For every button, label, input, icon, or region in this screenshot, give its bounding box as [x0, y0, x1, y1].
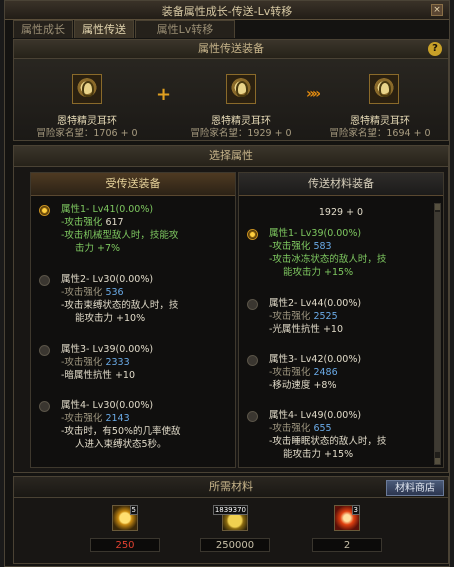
attr-line: 击力 +7% — [75, 243, 121, 254]
material-qty-1: 250 — [90, 538, 160, 552]
attr-text: 536 — [105, 287, 124, 298]
attr-line: -攻击机械型敌人时，技能攻 — [61, 230, 179, 241]
earring-icon-result[interactable] — [369, 74, 399, 104]
transfer-equipment-title: 属性传送装备 — [14, 40, 448, 59]
close-button[interactable]: × — [431, 4, 443, 16]
earring-icon-material[interactable] — [226, 74, 256, 104]
attr-line: -攻击强化 655 — [269, 422, 425, 435]
attr-text: -攻击强化 — [61, 357, 106, 368]
attr-line: -移动速度 +8% — [269, 380, 337, 391]
radio-button[interactable] — [39, 275, 50, 286]
scroll-thumb[interactable] — [435, 212, 440, 452]
attr-line: -攻击强化 2143 — [61, 412, 217, 425]
attr-line: 能攻击力 +15% — [283, 449, 354, 460]
scroll-down-icon[interactable] — [435, 458, 440, 464]
attr-title: 属性3- Lv39(0.00%) — [61, 344, 154, 355]
attr-line: -攻击强化 583 — [269, 240, 425, 253]
attr-text: 583 — [313, 241, 332, 252]
material-equipment-header: 传送材料装备 — [239, 173, 443, 196]
attr-line: 能攻击力 +10% — [75, 313, 146, 324]
scroll-up-icon[interactable] — [435, 204, 440, 210]
radio-button[interactable] — [247, 355, 258, 366]
arrow-right-icon: »» — [306, 86, 321, 102]
attr-text: 2143 — [105, 413, 130, 424]
tab-growth[interactable]: 属性成长 — [13, 20, 73, 38]
earring-icon-target[interactable] — [72, 74, 102, 104]
attr-title: 属性1- Lv41(0.00%) — [61, 204, 154, 215]
attr-text: -攻击强化 — [269, 241, 314, 252]
attr-line: -攻击强化 617 — [61, 216, 217, 229]
target-equipment-header: 受传送装备 — [31, 173, 235, 196]
transfer-equipment-panel: 属性传送装备 ? 恩特精灵耳环 冒险家名望：1706 + 0 + 恩特精灵耳环 … — [13, 39, 449, 141]
attr-line: 能攻击力 +15% — [283, 267, 354, 278]
material-qty-2: 250000 — [200, 538, 270, 552]
radio-button[interactable] — [39, 205, 50, 216]
attr-line: -攻击睡眠状态的敌人时，技 — [269, 436, 387, 447]
attr-text: -攻击强化 — [269, 423, 314, 434]
attr-text: -攻击强化 — [61, 413, 106, 424]
fire-orb-icon[interactable]: 3 — [334, 505, 360, 531]
window-title: 装备属性成长-传送-Lv转移 — [161, 5, 293, 18]
radio-button[interactable] — [247, 411, 258, 422]
radio-button[interactable] — [247, 229, 258, 240]
material-qty-3: 2 — [312, 538, 382, 552]
attr-text: -攻击强化 — [269, 311, 314, 322]
item-count-badge: 3 — [351, 505, 360, 515]
gold-count-badge: 1839370 — [212, 505, 248, 515]
attr-text: 2333 — [105, 357, 130, 368]
radio-button[interactable] — [39, 401, 50, 412]
item-fame-result: 冒险家名望：1694 + 0 — [329, 128, 431, 139]
attr-text: -攻击强化 — [61, 287, 106, 298]
radio-button[interactable] — [39, 345, 50, 356]
required-materials-title: 所需材料 — [14, 477, 448, 498]
attr-text: -攻击强化 — [61, 217, 106, 228]
attr-title: 属性1- Lv39(0.00%) — [269, 228, 362, 239]
title-bar[interactable]: 装备属性成长-传送-Lv转移 × — [5, 1, 449, 20]
tab-transfer[interactable]: 属性传送 — [74, 20, 134, 38]
attr-line: -攻击强化 536 — [61, 286, 217, 299]
attr-line: -光属性抗性 +10 — [269, 324, 343, 335]
item-fame-material: 冒险家名望：1929 + 0 — [190, 128, 292, 139]
attr-title: 属性4- Lv49(0.00%) — [269, 410, 362, 421]
required-materials-panel: 所需材料 材料商店 5 250 1839370 250000 3 2 — [13, 476, 449, 564]
attr-line: 人进入束缚状态5秒。 — [75, 439, 167, 450]
radio-button[interactable] — [247, 299, 258, 310]
attr-title: 属性2- Lv44(0.00%) — [269, 298, 362, 309]
attr-line: -暗属性抗性 +10 — [61, 370, 135, 381]
material-equipment-column: 传送材料装备 1929 + 0 属性1- Lv39(0.00%) -攻击强化 5… — [238, 172, 444, 468]
attr-text: 617 — [105, 217, 124, 228]
scrollbar[interactable] — [434, 203, 441, 465]
attr-title: 属性2- Lv30(0.00%) — [61, 274, 154, 285]
target-equipment-column: 受传送装备 属性1- Lv41(0.00%) -攻击强化 617 -攻击机械型敌… — [30, 172, 236, 468]
attr-text: -攻击强化 — [269, 367, 314, 378]
help-icon[interactable]: ? — [428, 42, 442, 56]
gold-crystal-icon[interactable]: 5 — [112, 505, 138, 531]
select-attribute-panel: 选择属性 受传送装备 属性1- Lv41(0.00%) -攻击强化 617 -攻… — [13, 145, 449, 473]
material-fame: 1929 + 0 — [318, 207, 364, 218]
tab-lv-transfer[interactable]: 属性Lv转移 — [135, 20, 235, 38]
plus-icon: + — [156, 84, 172, 105]
attr-line: -攻击时，有50%的几率使敌 — [61, 426, 181, 437]
attr-line: -攻击冰冻状态的敌人时，技 — [269, 254, 387, 265]
gold-coin-icon[interactable]: 1839370 — [212, 505, 248, 531]
attr-line: -攻击强化 2525 — [269, 310, 425, 323]
attr-line: -攻击束缚状态的敌人时，技 — [61, 300, 179, 311]
item-fame-target: 冒险家名望：1706 + 0 — [36, 128, 138, 139]
attribute-window: 装备属性成长-传送-Lv转移 × 属性成长 属性传送 属性Lv转移 属性传送装备… — [4, 0, 450, 567]
select-attribute-title: 选择属性 — [14, 146, 448, 167]
material-shop-button[interactable]: 材料商店 — [386, 480, 444, 496]
attr-title: 属性3- Lv42(0.00%) — [269, 354, 362, 365]
attr-line: -攻击强化 2333 — [61, 356, 217, 369]
item-count-badge: 5 — [129, 505, 138, 515]
attr-text: 2486 — [313, 367, 338, 378]
attr-text: 655 — [313, 423, 332, 434]
attr-text: 2525 — [313, 311, 338, 322]
attr-line: -攻击强化 2486 — [269, 366, 425, 379]
attr-title: 属性4- Lv30(0.00%) — [61, 400, 154, 411]
